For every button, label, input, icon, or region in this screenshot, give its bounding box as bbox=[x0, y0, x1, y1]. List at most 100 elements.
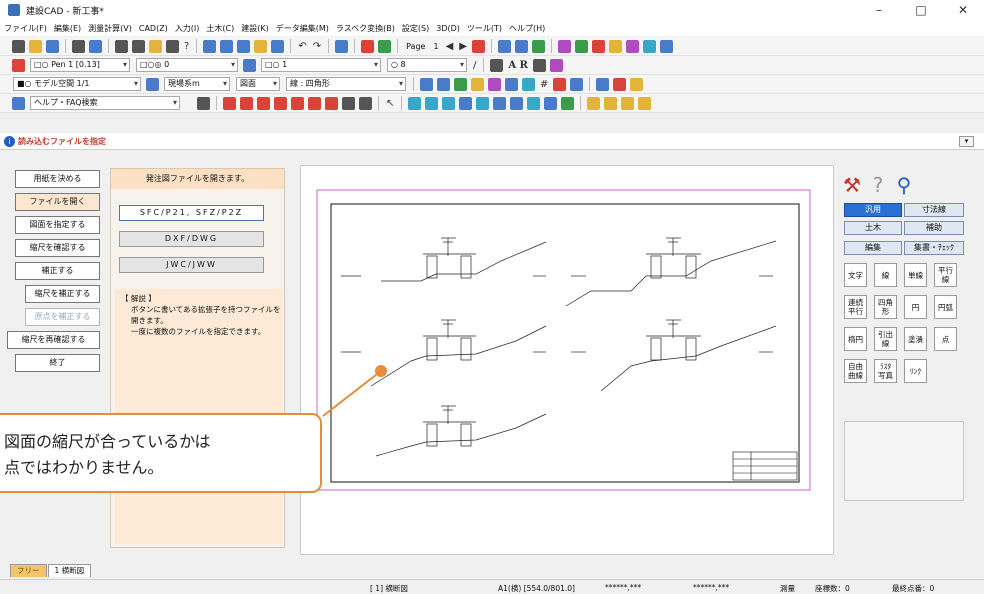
category-dimension[interactable]: 寸法線 bbox=[904, 203, 964, 217]
unit-select[interactable]: 現場系m bbox=[164, 77, 230, 91]
step-correct-scale-button[interactable]: 縮尺を補正する bbox=[25, 285, 100, 303]
snap-3-icon[interactable] bbox=[442, 96, 456, 110]
tool-leader[interactable]: 引出 線 bbox=[874, 327, 897, 351]
display-4-icon[interactable] bbox=[471, 77, 484, 91]
tool-b-icon[interactable] bbox=[574, 39, 588, 53]
tool-raster-photo[interactable]: ﾗｽﾀ 写真 bbox=[874, 359, 897, 383]
snap-7-icon[interactable] bbox=[510, 96, 524, 110]
edit-5-icon[interactable] bbox=[274, 96, 287, 110]
redraw-icon[interactable] bbox=[271, 39, 285, 53]
open-sfc-button[interactable]: SFC/P21, SFZ/P2Z bbox=[119, 205, 264, 221]
menu-data-edit[interactable]: データ編集(M) bbox=[276, 23, 329, 34]
drawing-canvas[interactable] bbox=[300, 165, 834, 555]
display-8-icon[interactable] bbox=[553, 77, 567, 91]
undo-icon[interactable]: ↶ bbox=[298, 41, 306, 52]
open-jww-button[interactable]: JWC/JWW bbox=[119, 257, 264, 273]
display-9-icon[interactable] bbox=[570, 77, 584, 91]
step-select-drawing-button[interactable]: 図面を指定する bbox=[15, 216, 100, 234]
snap-8-icon[interactable] bbox=[527, 96, 541, 110]
display-11-icon[interactable] bbox=[613, 77, 627, 91]
display-6-icon[interactable] bbox=[505, 77, 518, 91]
menu-input[interactable]: 入力(I) bbox=[175, 23, 200, 34]
menu-settings[interactable]: 設定(S) bbox=[402, 23, 429, 34]
property-icon[interactable] bbox=[335, 39, 349, 53]
menu-construction[interactable]: 建設(K) bbox=[241, 23, 269, 34]
prompt-dropdown-button[interactable]: ▾ bbox=[959, 136, 974, 147]
display-1-icon[interactable] bbox=[420, 77, 433, 91]
tool-freecurve[interactable]: 自由 曲線 bbox=[844, 359, 867, 383]
snap-6-icon[interactable] bbox=[493, 96, 507, 110]
close-button[interactable]: ✕ bbox=[942, 0, 984, 20]
tool-d-icon[interactable] bbox=[608, 39, 622, 53]
window-tile-icon[interactable] bbox=[497, 39, 511, 53]
new-file-icon[interactable] bbox=[12, 39, 25, 53]
menu-cad[interactable]: CAD(Z) bbox=[139, 24, 168, 33]
menu-file[interactable]: ファイル(F) bbox=[4, 23, 47, 34]
snap-5-icon[interactable] bbox=[476, 96, 490, 110]
edit-1-icon[interactable] bbox=[197, 96, 210, 110]
grid-icon[interactable]: # bbox=[540, 79, 548, 90]
step-paper-button[interactable]: 用紙を決める bbox=[15, 170, 100, 188]
tool-line[interactable]: 線 bbox=[874, 263, 897, 287]
display-2-icon[interactable] bbox=[437, 77, 450, 91]
menu-civil[interactable]: 土木(C) bbox=[206, 23, 234, 34]
tool-arc[interactable]: 円弧 bbox=[934, 295, 957, 319]
edit-8-icon[interactable] bbox=[325, 96, 338, 110]
open-file-icon[interactable] bbox=[29, 39, 42, 53]
cut-icon[interactable] bbox=[115, 39, 128, 53]
pick-attribute-icon[interactable]: / bbox=[473, 60, 476, 71]
edit-10-icon[interactable] bbox=[359, 96, 372, 110]
tool-a-icon[interactable] bbox=[557, 39, 571, 53]
help-search-input[interactable]: ヘルプ・FAQ検索 bbox=[30, 96, 180, 110]
snap-10-icon[interactable] bbox=[561, 96, 575, 110]
copy-icon[interactable] bbox=[132, 39, 145, 53]
edit-4-icon[interactable] bbox=[257, 96, 270, 110]
lineweight-select[interactable]: ○ 8 bbox=[387, 58, 467, 72]
step-check-scale-button[interactable]: 縮尺を確認する bbox=[15, 239, 100, 257]
menu-raster-vector[interactable]: ラスベク変換(B) bbox=[336, 23, 395, 34]
linestyle-select[interactable]: □○ 1 bbox=[261, 58, 381, 72]
tool-point[interactable]: 点 bbox=[934, 327, 957, 351]
edit-3-icon[interactable] bbox=[240, 96, 253, 110]
category-auxiliary[interactable]: 補助 bbox=[904, 221, 964, 235]
layer-select[interactable]: □○◎ 0 bbox=[136, 58, 238, 72]
tool-circle[interactable]: 円 bbox=[904, 295, 927, 319]
menu-survey[interactable]: 測量計算(V) bbox=[88, 23, 132, 34]
space-select[interactable]: ■○ モデル空間 1/1 bbox=[13, 77, 141, 91]
zoom-window-icon[interactable] bbox=[220, 39, 234, 53]
snap-9-icon[interactable] bbox=[544, 96, 558, 110]
edit-6-icon[interactable] bbox=[291, 96, 304, 110]
category-edit[interactable]: 編集 bbox=[844, 241, 902, 255]
display-7-icon[interactable] bbox=[522, 77, 535, 91]
zoom-all-icon[interactable] bbox=[237, 39, 251, 53]
tool-c-icon[interactable] bbox=[591, 39, 605, 53]
window-cascade-icon[interactable] bbox=[514, 39, 528, 53]
save-icon[interactable] bbox=[46, 39, 59, 53]
attribute-icon[interactable] bbox=[12, 58, 25, 72]
category-general[interactable]: 汎用 bbox=[844, 203, 902, 217]
category-civil[interactable]: 土木 bbox=[844, 221, 902, 235]
pen-select[interactable]: □○ Pen 1 [0.13] bbox=[30, 58, 130, 72]
tool-ellipse[interactable]: 楕円 bbox=[844, 327, 867, 351]
clipboard-icon[interactable] bbox=[166, 39, 179, 53]
snap-14-icon[interactable] bbox=[638, 96, 652, 110]
paste-icon[interactable] bbox=[149, 39, 162, 53]
hatch-style-icon[interactable] bbox=[549, 58, 563, 72]
snap-4-icon[interactable] bbox=[459, 96, 473, 110]
zoom-icon[interactable] bbox=[203, 39, 217, 53]
snap-1-icon[interactable] bbox=[408, 96, 422, 110]
step-open-file-button[interactable]: ファイルを開く bbox=[15, 193, 100, 211]
open-dxf-button[interactable]: DXF/DWG bbox=[119, 231, 264, 247]
tool-rectangle[interactable]: 四角 形 bbox=[874, 295, 897, 319]
edit-2-icon[interactable] bbox=[223, 96, 236, 110]
select-cursor-icon[interactable]: ↖ bbox=[386, 98, 394, 109]
menu-tools[interactable]: ツール(T) bbox=[467, 23, 502, 34]
redo-icon[interactable]: ↷ bbox=[313, 41, 321, 52]
help-icon[interactable]: ? bbox=[868, 173, 888, 197]
category-check[interactable]: 集書・ﾁｪｯｸ bbox=[904, 241, 964, 255]
menu-3d[interactable]: 3D(D) bbox=[436, 24, 460, 33]
dimension-style-icon[interactable] bbox=[490, 58, 504, 72]
wrench-icon[interactable]: ⚒ bbox=[842, 173, 862, 197]
minimize-button[interactable]: – bbox=[858, 0, 900, 20]
display-3-icon[interactable] bbox=[454, 77, 467, 91]
